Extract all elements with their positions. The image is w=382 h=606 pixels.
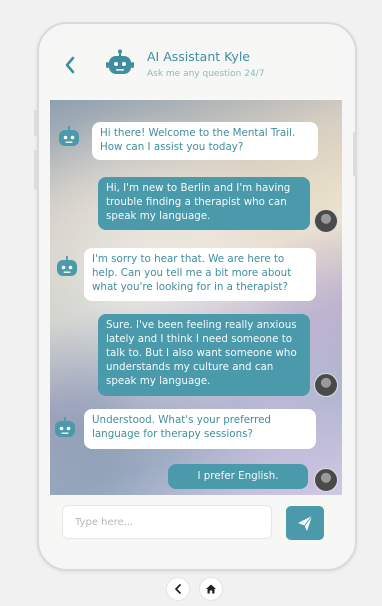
home-icon (206, 584, 216, 594)
chat-header: AI Assistant Kyle Ask me any question 24… (50, 32, 342, 101)
user-message: Sure. I've been feeling really anxious l… (98, 314, 310, 396)
user-message: Hi, I'm new to Berlin and I'm having tro… (98, 177, 310, 230)
chevron-left-icon (175, 584, 181, 594)
message-input[interactable] (62, 505, 272, 539)
bot-message: Understood. What's your preferred langua… (84, 409, 316, 449)
chat-thread: Hi there! Welcome to the Mental Trail. H… (50, 100, 342, 495)
phone-side-button (353, 132, 357, 176)
composer-bar (50, 495, 342, 552)
bot-message: I'm sorry to hear that. We are here to h… (84, 248, 316, 301)
user-message: I prefer English. (168, 464, 308, 489)
send-button[interactable] (286, 506, 324, 540)
user-avatar (314, 373, 338, 397)
chevron-left-icon[interactable] (62, 55, 78, 75)
robot-avatar-icon (106, 49, 134, 74)
robot-avatar-icon (55, 417, 75, 437)
phone-side-button (34, 150, 38, 190)
robot-avatar-icon (59, 126, 79, 146)
assistant-subtitle: Ask me any question 24/7 (147, 69, 265, 79)
nav-home-button[interactable] (199, 577, 223, 601)
assistant-name: AI Assistant Kyle (147, 49, 250, 64)
user-avatar (314, 209, 338, 233)
chat-screen: AI Assistant Kyle Ask me any question 24… (50, 32, 342, 552)
bot-message: Hi there! Welcome to the Mental Trail. H… (92, 122, 318, 160)
phone-side-button (34, 110, 38, 136)
send-icon (298, 515, 313, 531)
robot-avatar-icon (57, 256, 77, 276)
user-avatar (314, 468, 338, 492)
nav-back-button[interactable] (166, 577, 190, 601)
